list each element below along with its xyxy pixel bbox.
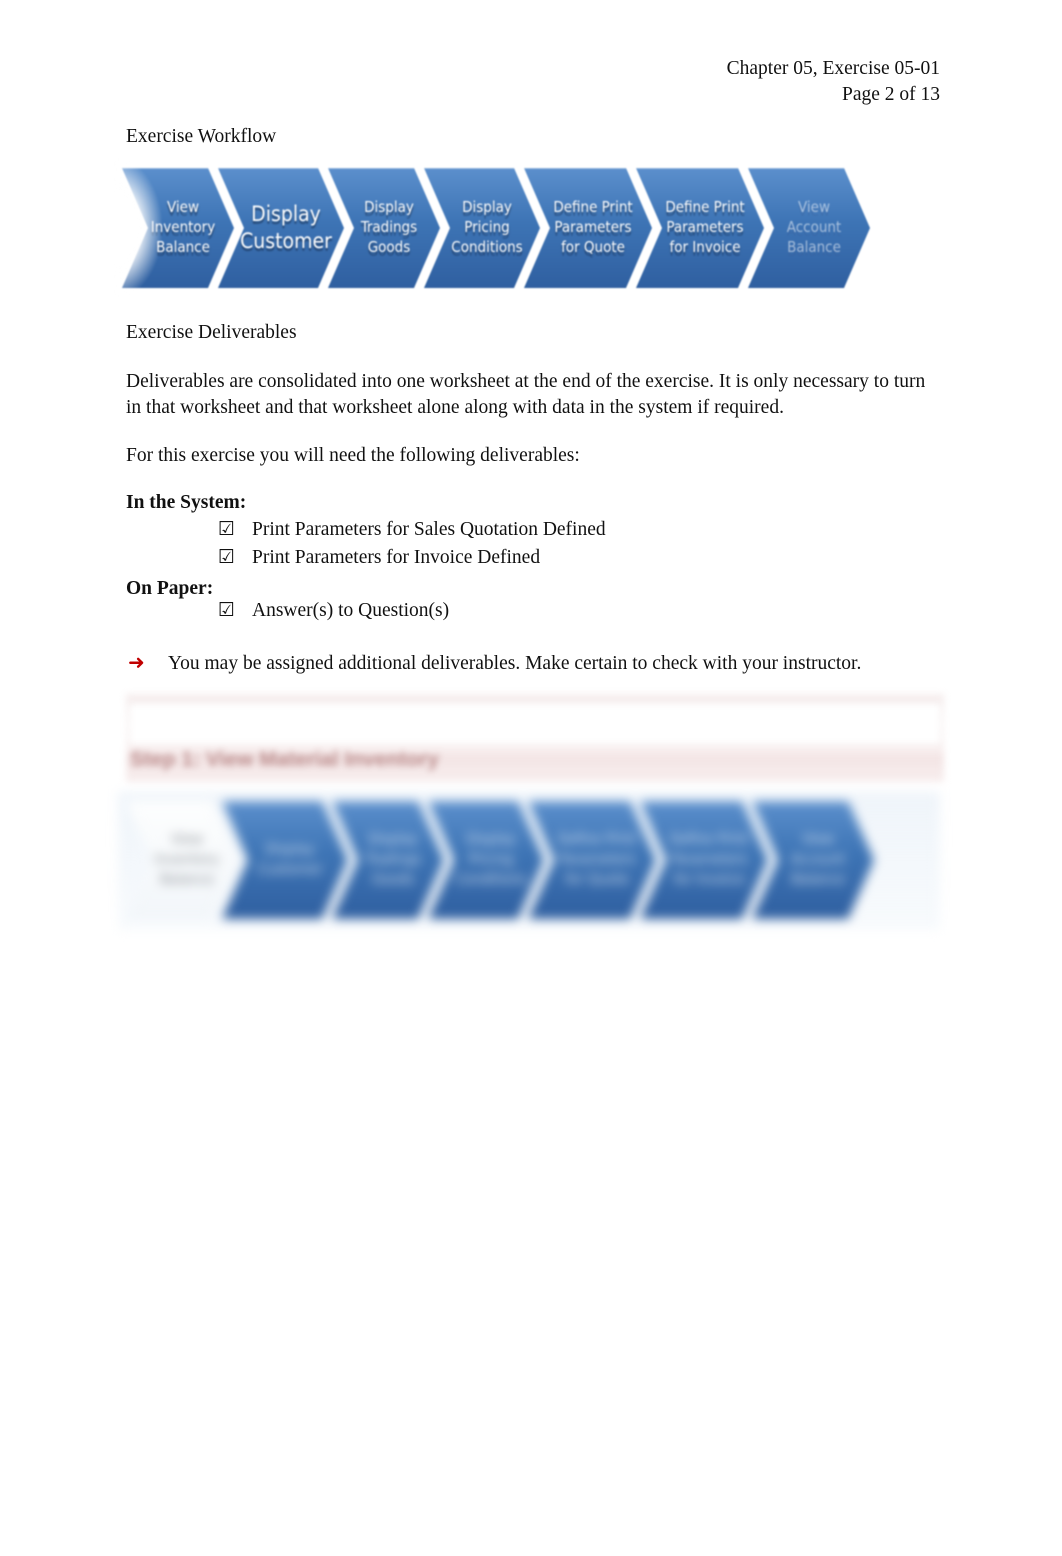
step-section-banner: Step 1: View Material Inventory — [126, 694, 944, 782]
workflow-step-label: View Inventory Balance — [154, 830, 220, 888]
workflow-step-label: View Account Balance — [786, 198, 842, 256]
exercise-deliverables-heading: Exercise Deliverables — [126, 322, 297, 343]
workflow-step-label: Display Tradings Goods — [364, 830, 422, 888]
deliverables-intro-paragraph: Deliverables are consolidated into one w… — [126, 371, 926, 418]
checkbox-icon[interactable]: ☑ — [218, 548, 240, 567]
workflow-step: ViewInventoryBalanceViewInventoryBalance — [126, 801, 238, 919]
header-page-number: Page 2 of 13 — [841, 84, 940, 106]
workflow-step: ViewAccountBalanceViewAccountBalance — [748, 168, 870, 288]
deliverable-item-3[interactable]: ☑ Answer(s) to Question(s) — [218, 600, 449, 622]
checkbox-icon[interactable]: ☑ — [218, 520, 240, 539]
workflow-step: Define PrintParametersfor QuoteDefine Pr… — [528, 801, 656, 919]
workflow-step-label: View Account Balance — [790, 830, 846, 888]
instructor-note-text: You may be assigned additional deliverab… — [168, 653, 862, 674]
workflow-step-label: Define Print Parameters for Quote — [557, 830, 637, 888]
workflow-step: DisplayTradingsGoodsDisplayTradingsGoods — [332, 801, 444, 919]
workflow-step-label: Define Print Parameters for Invoice — [669, 830, 749, 888]
workflow-step: Define PrintParametersfor QuoteDefine Pr… — [524, 168, 652, 288]
workflow-step-label: Display Pricing Conditions — [455, 830, 527, 888]
on-paper-label: On Paper: — [126, 578, 214, 599]
step-workflow-diagram: ViewInventoryBalanceViewInventoryBalance… — [126, 801, 874, 919]
workflow-step-label: Display Customer — [240, 201, 332, 253]
workflow-step: Define PrintParametersfor InvoiceDefine … — [636, 168, 764, 288]
deliverable-label: Answer(s) to Question(s) — [252, 600, 450, 621]
workflow-step: ViewAccountBalanceViewAccountBalance — [752, 801, 874, 919]
checkbox-icon[interactable]: ☑ — [218, 601, 240, 620]
workflow-step: DisplayCustomerDisplayCustomer — [222, 801, 348, 919]
exercise-workflow-heading: Exercise Workflow — [126, 126, 277, 147]
workflow-step: ViewInventoryBalanceViewInventoryBalance — [122, 168, 234, 288]
workflow-step-label: View Inventory Balance — [150, 198, 216, 256]
workflow-step-label: Display Tradings Goods — [360, 198, 418, 256]
workflow-step-label: Define Print Parameters for Invoice — [665, 198, 745, 256]
workflow-step: DisplayTradingsGoodsDisplayTradingsGoods — [328, 168, 440, 288]
deliverables-need-paragraph: For this exercise you will need the foll… — [126, 445, 580, 466]
workflow-step: DisplayPricingConditionsDisplayPricingCo… — [428, 801, 544, 919]
step-workflow-diagram-container: ViewInventoryBalanceViewInventoryBalance… — [118, 792, 940, 930]
workflow-step: DisplayCustomerDisplayCustomer — [218, 168, 344, 288]
deliverable-item-1[interactable]: ☑ Print Parameters for Sales Quotation D… — [218, 519, 606, 541]
workflow-step-label: Display Customer — [257, 840, 323, 878]
arrow-right-icon: ➜ — [128, 650, 145, 674]
workflow-step: DisplayPricingConditionsDisplayPricingCo… — [424, 168, 540, 288]
header-chapter-exercise: Chapter 05, Exercise 05-01 — [726, 58, 940, 79]
deliverable-item-2[interactable]: ☑ Print Parameters for Invoice Defined — [218, 547, 540, 569]
banner-empty-box — [128, 702, 942, 746]
document-header: Chapter 05, Exercise 05-01 Page 2 of 13 — [727, 56, 940, 108]
deliverable-label: Print Parameters for Invoice Defined — [252, 547, 541, 568]
workflow-step: Define PrintParametersfor InvoiceDefine … — [640, 801, 768, 919]
in-the-system-label: In the System: — [126, 492, 247, 513]
instructor-note: ➜ You may be assigned additional deliver… — [128, 650, 861, 675]
exercise-workflow-diagram: View Inventory Balance View Inventory Balance… — [114, 158, 870, 298]
deliverable-label: Print Parameters for Sales Quotation Def… — [252, 519, 606, 540]
workflow-step-label: Define Print Parameters for Quote — [553, 198, 633, 256]
step-section-title: Step 1: View Material Inventory — [130, 748, 439, 771]
workflow-step-label: Display Pricing Conditions — [451, 198, 523, 256]
